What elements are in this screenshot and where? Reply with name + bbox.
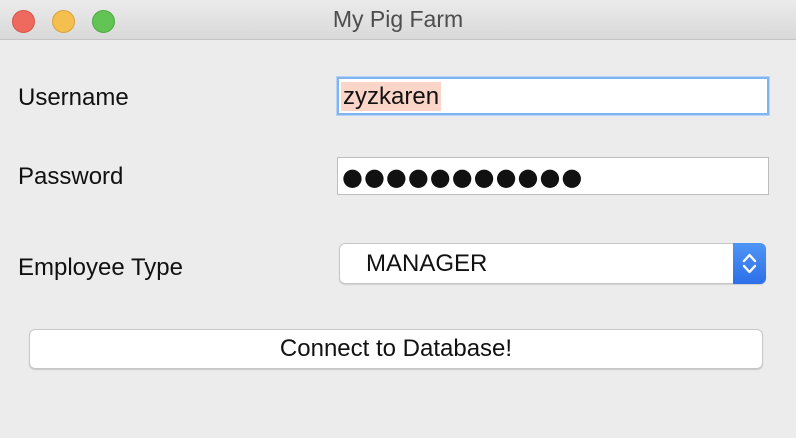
employee-type-label: Employee Type: [18, 254, 183, 281]
employee-type-value: MANAGER: [366, 250, 488, 277]
app-window: My Pig Farm Username zyzkaren Password ●…: [0, 0, 796, 438]
chevron-up-down-icon[interactable]: [733, 243, 766, 284]
connect-to-database-button[interactable]: Connect to Database!: [29, 329, 763, 369]
password-field[interactable]: ●●●●●●●●●●●: [337, 157, 769, 195]
title-bar: My Pig Farm: [0, 0, 796, 40]
username-label: Username: [18, 84, 129, 111]
window-title: My Pig Farm: [332, 6, 464, 32]
password-label: Password: [18, 163, 124, 190]
password-value: ●●●●●●●●●●●: [342, 163, 584, 191]
username-field[interactable]: zyzkaren: [337, 77, 769, 115]
employee-type-select[interactable]: MANAGER: [339, 243, 766, 284]
username-value: zyzkaren: [341, 82, 442, 111]
